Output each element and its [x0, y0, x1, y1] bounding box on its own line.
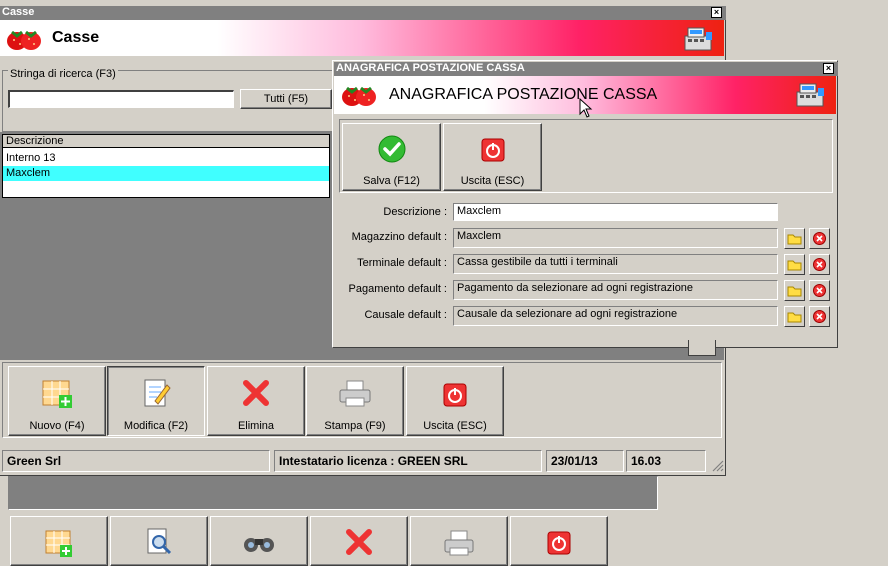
edit-button-label: Modifica (F2) [123, 420, 189, 432]
dialog-banner-title: ANAGRAFICA POSTAZIONE CASSA [389, 86, 658, 103]
save-button[interactable]: Salva (F12) [342, 123, 441, 191]
hidden-side-button[interactable] [688, 340, 716, 356]
bg-print-button[interactable] [410, 516, 508, 566]
casse-close-button[interactable]: × [711, 7, 722, 18]
delete-x-icon [346, 529, 372, 555]
dialog-titlebar: ANAGRAFICA POSTAZIONE CASSA × [334, 62, 838, 76]
causale-label: Causale default : [364, 309, 447, 321]
status-date: 23/01/13 [546, 450, 624, 472]
new-button-label: Nuovo (F4) [29, 420, 85, 432]
all-button-label: Tutti (F5) [263, 93, 309, 105]
search-input[interactable] [8, 90, 234, 108]
bg-exit-button[interactable] [510, 516, 608, 566]
list-header: Descrizione [3, 135, 329, 148]
pagamento-clear-button[interactable] [809, 280, 830, 301]
new-button[interactable]: Nuovo (F4) [8, 366, 106, 436]
strawberry-logo-icon [342, 86, 376, 106]
delete-x-icon [243, 380, 269, 406]
dialog-exit-button[interactable]: Uscita (ESC) [443, 123, 542, 191]
magazzino-field: Maxclem [453, 228, 778, 248]
grid-add-icon [45, 530, 72, 557]
folder-icon [787, 312, 802, 323]
casse-window-title: Casse [2, 6, 35, 18]
printer-icon [339, 380, 371, 407]
printer-icon [444, 530, 474, 556]
cash-register-icon [796, 83, 824, 107]
mouse-cursor-icon [579, 98, 593, 118]
check-icon [378, 135, 405, 163]
status-company: Green Srl [2, 450, 270, 472]
grid-add-icon [42, 380, 72, 408]
list-item[interactable]: Interno 13 [3, 151, 329, 165]
descrizione-input[interactable]: Maxclem [453, 203, 778, 221]
terminale-clear-button[interactable] [809, 254, 830, 275]
status-license: Intestatario licenza : GREEN SRL [274, 450, 542, 472]
delete-button[interactable]: Elimina [207, 366, 305, 436]
casse-titlebar: Casse × [0, 6, 726, 20]
causale-field: Causale da selezionare ad ogni registraz… [453, 306, 778, 326]
delete-button-label: Elimina [237, 420, 275, 432]
power-off-icon [547, 531, 571, 555]
causale-browse-button[interactable] [784, 306, 805, 327]
exit-button-label: Uscita (ESC) [423, 420, 487, 432]
causale-clear-button[interactable] [809, 306, 830, 327]
clear-icon [813, 310, 826, 323]
casse-banner: Casse [0, 20, 724, 56]
search-label: Stringa di ricerca (F3) [8, 68, 118, 80]
exit-button[interactable]: Uscita (ESC) [406, 366, 504, 436]
clear-icon [813, 284, 826, 297]
strawberry-logo-icon [7, 30, 41, 50]
descrizione-label: Descrizione : [383, 206, 447, 218]
desktop-strip [0, 0, 888, 4]
bg-search-button[interactable] [110, 516, 208, 566]
magazzino-clear-button[interactable] [809, 228, 830, 249]
pagamento-browse-button[interactable] [784, 280, 805, 301]
dialog-window-title: ANAGRAFICA POSTAZIONE CASSA [336, 62, 525, 74]
binoculars-icon [244, 538, 274, 552]
all-button[interactable]: Tutti (F5) [240, 89, 332, 109]
list-box: Descrizione Interno 13 Maxclem [2, 134, 330, 198]
terminale-field: Cassa gestibile da tutti i terminali [453, 254, 778, 274]
magazzino-label: Magazzino default : [351, 231, 447, 243]
edit-document-icon [144, 379, 171, 407]
status-bar: Green Srl Intestatario licenza : GREEN S… [2, 450, 724, 472]
magnifier-document-icon [147, 528, 172, 555]
edit-button[interactable]: Modifica (F2) [107, 366, 205, 436]
bg-delete-button[interactable] [310, 516, 408, 566]
magazzino-browse-button[interactable] [784, 228, 805, 249]
background-window [0, 476, 665, 566]
bg-new-button[interactable] [10, 516, 108, 566]
pagamento-field: Pagamento da selezionare ad ogni registr… [453, 280, 778, 300]
resize-grip-icon[interactable] [710, 458, 724, 472]
pagamento-label: Pagamento default : [348, 283, 447, 295]
save-button-label: Salva (F12) [363, 175, 420, 187]
dialog-close-button[interactable]: × [823, 63, 834, 74]
terminale-browse-button[interactable] [784, 254, 805, 275]
clear-icon [813, 232, 826, 245]
folder-icon [787, 234, 802, 245]
clear-icon [813, 258, 826, 271]
cash-register-icon [684, 27, 712, 51]
terminale-label: Terminale default : [357, 257, 447, 269]
bg-find-button[interactable] [210, 516, 308, 566]
dialog-exit-button-label: Uscita (ESC) [460, 175, 525, 187]
print-button-label: Stampa (F9) [324, 420, 386, 432]
power-off-icon [481, 138, 504, 162]
folder-icon [787, 286, 802, 297]
list-item-selected[interactable]: Maxclem [3, 166, 329, 181]
folder-icon [787, 260, 802, 271]
background-dark-area [8, 476, 658, 510]
print-button[interactable]: Stampa (F9) [306, 366, 404, 436]
anagrafica-dialog: ANAGRAFICA POSTAZIONE CASSA × ANAGRAFICA… [332, 60, 838, 348]
power-off-icon [443, 383, 467, 407]
dialog-banner: ANAGRAFICA POSTAZIONE CASSA [334, 76, 836, 118]
status-time: 16.03 [626, 450, 706, 472]
casse-banner-title: Casse [52, 29, 100, 46]
